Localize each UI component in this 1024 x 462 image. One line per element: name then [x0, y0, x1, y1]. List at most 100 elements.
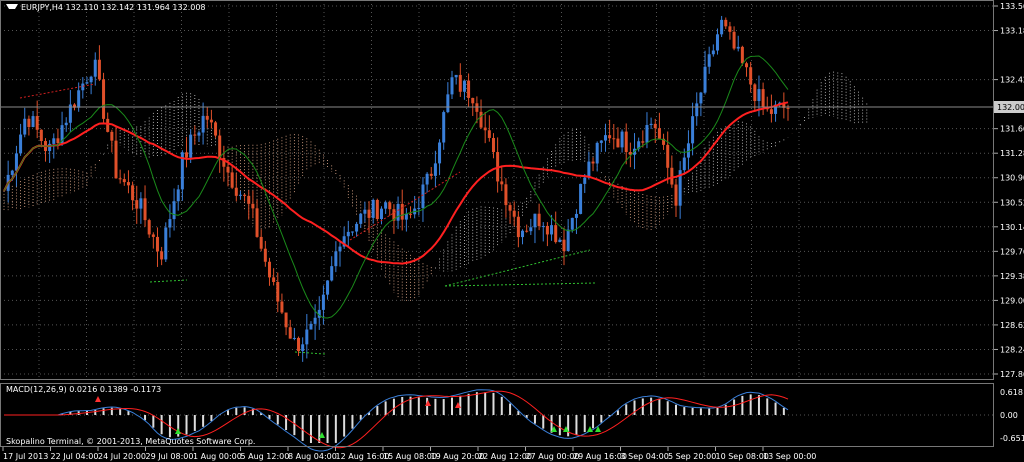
candle-body	[491, 137, 495, 153]
time-tick-label: 29 Jul 08:00	[146, 452, 194, 461]
macd-bar	[210, 415, 213, 421]
candle-body	[19, 134, 23, 154]
price-tick-label: 133.180	[1000, 27, 1024, 36]
time-tick-label: 1 Aug 00:00	[193, 452, 242, 461]
candle-body	[168, 219, 172, 228]
macd-bar	[475, 392, 478, 415]
candle-body	[276, 281, 280, 302]
candle-body	[757, 89, 761, 102]
macd-axis: 0.618 0.00 -0.6517	[1000, 388, 1024, 443]
macd-bar	[575, 415, 578, 435]
candle-body	[321, 294, 325, 310]
macd-bar	[716, 407, 719, 415]
macd-bar	[749, 394, 752, 415]
candle-body	[309, 323, 313, 330]
signal-arrow	[175, 428, 181, 434]
candle-body	[350, 231, 354, 233]
candle-body	[433, 163, 437, 176]
candle-body	[52, 138, 56, 144]
candle-body	[537, 213, 541, 227]
candle-body	[27, 118, 31, 127]
candle-body	[23, 118, 27, 135]
candle-body	[691, 116, 695, 144]
dropdown-triangle-icon[interactable]	[6, 4, 18, 9]
macd-bar	[774, 402, 777, 415]
time-tick-label: 8 Aug 04:00	[288, 452, 337, 461]
macd-title: MACD(12,26,9) 0.0216 0.1389 -0.1173	[6, 385, 162, 394]
candle-body	[259, 236, 263, 249]
candle-body	[81, 83, 85, 91]
candle-body	[56, 138, 60, 144]
macd-bar	[583, 415, 586, 433]
macd-bar	[193, 415, 196, 431]
macd-bar	[683, 407, 686, 415]
price-tick-label: 130.140	[1000, 223, 1024, 232]
macd-bar	[318, 415, 321, 443]
candle-body	[209, 119, 213, 123]
macd-tick-label: -0.6517	[1000, 434, 1024, 443]
candle-body	[359, 213, 363, 224]
candle-body	[193, 134, 197, 136]
macd-bar	[417, 397, 420, 415]
macd-bar	[592, 415, 595, 429]
candle-body	[446, 94, 450, 113]
candle-body	[504, 184, 508, 206]
macd-tick-label: 0.618	[1000, 388, 1023, 397]
candle-body	[230, 172, 234, 188]
price-tick-label: 131.280	[1000, 149, 1024, 158]
macd-bar	[691, 407, 694, 415]
candle-body	[400, 203, 404, 220]
candle-body	[429, 173, 433, 176]
trend-line	[444, 282, 596, 287]
macd-bar	[699, 408, 702, 415]
signal-arrow	[425, 400, 431, 406]
candle-body	[562, 239, 566, 252]
macd-bar	[741, 395, 744, 415]
macd-bar	[376, 406, 379, 415]
macd-bar	[666, 401, 669, 415]
candle-body	[172, 201, 176, 220]
macd-bar	[616, 410, 619, 415]
macd-tick-label: 0.00	[1000, 411, 1018, 420]
time-tick-label: 5 Sep 20:00	[668, 452, 716, 461]
candle-body	[313, 317, 317, 324]
price-tick-label: 129.380	[1000, 272, 1024, 281]
candle-body	[292, 337, 296, 339]
candle-body	[297, 337, 301, 352]
candle-body	[715, 34, 719, 51]
time-tick-label: 19 Aug 20:00	[431, 452, 485, 461]
macd-bar	[567, 415, 570, 437]
candle-body	[645, 125, 649, 143]
time-tick-label: 13 Sep 00:00	[763, 452, 816, 461]
price-tick-label: 129.000	[1000, 296, 1024, 305]
time-tick-label: 22 Aug 12:00	[478, 452, 532, 461]
candle-body	[666, 144, 670, 168]
candle-body	[599, 140, 603, 143]
candle-body	[355, 223, 359, 232]
candle-body	[512, 210, 516, 217]
candle-body	[375, 199, 379, 220]
candle-body	[10, 170, 14, 175]
candle-body	[226, 166, 230, 173]
candle-body	[409, 213, 413, 215]
candle-body	[363, 209, 367, 214]
candle-body	[338, 246, 342, 252]
signal-arrow	[95, 396, 101, 402]
candle-body	[591, 161, 595, 164]
candle-body	[164, 227, 168, 260]
candle-body	[620, 131, 624, 148]
candle-body	[404, 213, 408, 220]
candle-body	[624, 131, 628, 153]
candle-body	[595, 142, 599, 164]
candle-body	[728, 26, 732, 32]
macd-bar	[434, 398, 437, 415]
candle-body	[707, 54, 711, 67]
candle-body	[570, 217, 574, 230]
macd-bar	[102, 408, 105, 415]
candlestick-series	[6, 15, 790, 362]
macd-bar	[119, 408, 122, 415]
macd-bar	[542, 415, 545, 429]
macd-bar	[724, 404, 727, 415]
candle-body	[541, 225, 545, 227]
macd-bar	[442, 399, 445, 415]
